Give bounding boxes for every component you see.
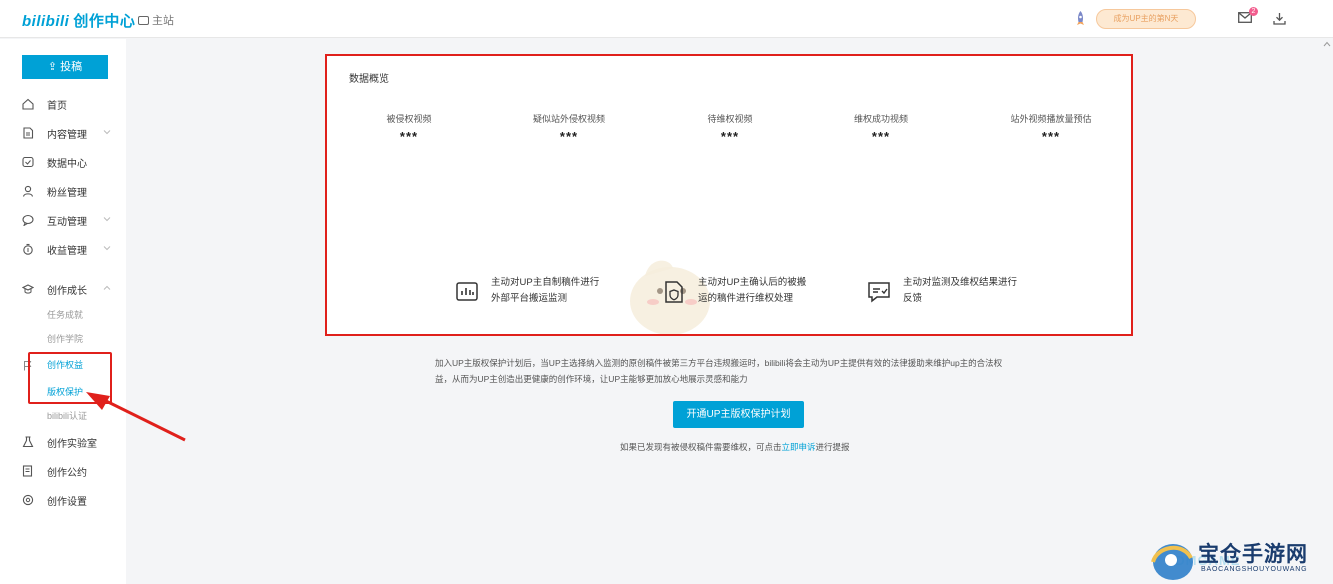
chevron-down-icon: [103, 246, 111, 251]
watermark-subtitle: BAOCANGSHOUYOUWANG: [1201, 566, 1308, 573]
gear-icon: [22, 494, 34, 506]
sidebar-item-label: 粉丝管理: [47, 187, 87, 199]
money-bag-icon: [23, 243, 33, 255]
annotation-highlight-overview: [325, 54, 1133, 336]
chevron-down-icon: [103, 130, 111, 135]
sidebar-item-data[interactable]: 数据中心: [22, 152, 122, 172]
sidebar-item-label: 内容管理: [47, 129, 87, 141]
data-icon: [22, 156, 34, 168]
download-icon[interactable]: [1273, 12, 1286, 25]
sidebar-item-settings[interactable]: 创作设置: [22, 490, 122, 510]
annotation-arrow: [86, 392, 186, 442]
user-icon: [22, 185, 34, 197]
rocket-icon: [1077, 11, 1084, 25]
sidebar-item-label: 创作公约: [47, 467, 87, 479]
scroll-up-icon[interactable]: [1323, 41, 1331, 47]
home-icon: [22, 98, 34, 110]
sidebar-item-convention[interactable]: 创作公约: [22, 461, 122, 481]
sidebar-item-label: 数据中心: [47, 158, 87, 170]
chat-icon: [22, 214, 34, 226]
sidebar-item-revenue[interactable]: 收益管理: [22, 239, 122, 259]
appeal-note: 如果已发现有被侵权稿件需要维权，可点击立即申诉进行提报: [620, 441, 920, 453]
logo-brand: bilibili: [22, 13, 70, 30]
top-bar: bilibili 创作中心 主站 成为UP主的第N天 2: [0, 0, 1333, 38]
sidebar-item-home[interactable]: 首页: [22, 94, 122, 114]
sidebar-item-label: 首页: [47, 100, 67, 112]
main-site-label: 主站: [152, 15, 174, 27]
description-line1: 加入UP主版权保护计划后，当UP主选择纳入监测的原创稿件被第三方平台违规搬运时，…: [435, 358, 1003, 368]
sidebar-item-interaction[interactable]: 互动管理: [22, 210, 122, 230]
site-watermark: 宝仓手游网 BAOCANGSHOUYOUWANG: [1143, 536, 1333, 584]
sub-item-academy[interactable]: 创作学院: [47, 331, 83, 347]
promo-badge[interactable]: 成为UP主的第N天: [1096, 9, 1196, 29]
upload-label: 投稿: [60, 61, 83, 73]
logo[interactable]: bilibili 创作中心: [22, 10, 135, 31]
mail-badge: 2: [1249, 7, 1258, 16]
join-copyright-plan-button[interactable]: 开通UP主版权保护计划: [673, 401, 804, 428]
sidebar-item-label: 创作设置: [47, 496, 87, 508]
watermark-title: 宝仓手游网: [1198, 543, 1308, 566]
sidebar-item-fans[interactable]: 粉丝管理: [22, 181, 122, 201]
graduation-cap-icon: [22, 284, 34, 294]
upload-button[interactable]: ⇪ 投稿: [22, 55, 108, 79]
sidebar-item-label: 互动管理: [47, 216, 87, 228]
document-icon: [23, 127, 34, 139]
watermark-logo-icon: [1151, 544, 1193, 580]
sidebar-item-label: 创作成长: [47, 285, 87, 297]
sub-item-tasks[interactable]: 任务成就: [47, 307, 83, 323]
flask-icon: [22, 436, 34, 448]
tv-icon: [138, 16, 149, 25]
logo-title: 创作中心: [73, 13, 136, 30]
main-site-link[interactable]: 主站: [138, 12, 174, 28]
chevron-up-icon: [103, 285, 111, 290]
plan-description: 加入UP主版权保护计划后，当UP主选择纳入监测的原创稿件被第三方平台违规搬运时，…: [435, 355, 1035, 387]
sidebar-item-content[interactable]: 内容管理: [22, 123, 122, 143]
sidebar-item-growth[interactable]: 创作成长: [22, 279, 122, 299]
description-line2: 益，从而为UP主创造出更健康的创作环境，让UP主能够更加放心地展示灵感和能力: [435, 374, 748, 384]
chevron-down-icon: [103, 217, 111, 222]
note-text-after: 进行提报: [815, 442, 850, 452]
sidebar-item-label: 收益管理: [47, 245, 87, 257]
appeal-link[interactable]: 立即申诉: [782, 442, 816, 452]
note-text-before: 如果已发现有被侵权稿件需要维权，可点击: [620, 442, 782, 452]
convention-icon: [22, 465, 33, 477]
